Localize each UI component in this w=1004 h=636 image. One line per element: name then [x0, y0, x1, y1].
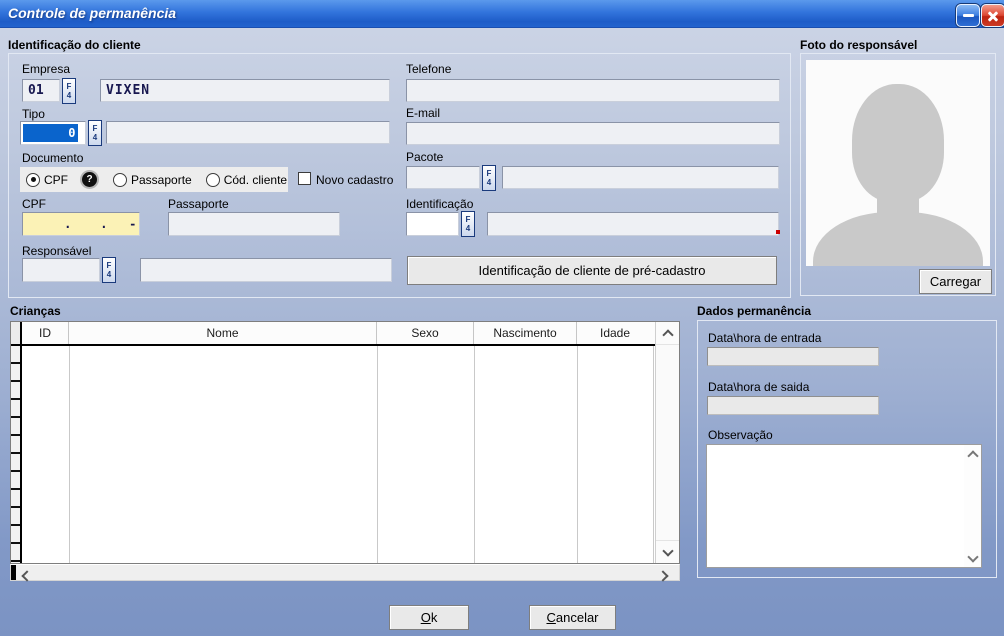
identificacao-code-field[interactable] — [406, 212, 459, 236]
passaporte-label: Passaporte — [168, 197, 229, 211]
chevron-down-icon — [967, 551, 978, 562]
tipo-label: Tipo — [22, 107, 45, 121]
radio-cod-cliente[interactable] — [206, 173, 220, 187]
documento-radio-panel: CPF ? Passaporte Cód. cliente — [20, 167, 288, 192]
pacote-label: Pacote — [406, 150, 443, 164]
precadastro-button[interactable]: Identificação de cliente de pré-cadastro — [407, 256, 777, 285]
chevron-left-icon — [21, 570, 32, 581]
grid-scroll-left-button[interactable] — [20, 567, 31, 585]
email-field[interactable] — [406, 122, 780, 145]
titlebar[interactable]: Controle de permanência — [0, 0, 1004, 28]
observacao-scroll-up-button[interactable] — [964, 445, 981, 463]
responsavel-f4-button[interactable]: F4 — [102, 257, 116, 283]
grid-col-nome[interactable]: Nome — [69, 322, 377, 344]
saida-field[interactable] — [707, 396, 879, 415]
pacote-f4-button[interactable]: F4 — [482, 165, 496, 191]
pacote-code-field[interactable] — [406, 166, 480, 189]
grid-vertical-scrollbar[interactable] — [655, 322, 679, 563]
grid-col-id[interactable]: ID — [22, 322, 69, 344]
observacao-label: Observação — [708, 428, 773, 442]
grid-scroll-right-button[interactable] — [659, 567, 670, 585]
grid-scroll-up-button[interactable] — [656, 322, 679, 345]
close-button[interactable] — [981, 4, 1004, 27]
saida-label: Data\hora de saida — [708, 380, 809, 394]
group-title-identificacao-cliente: Identificação do cliente — [8, 38, 141, 52]
cpf-label: CPF — [22, 197, 46, 211]
group-title-criancas: Crianças — [10, 304, 61, 318]
entrada-label: Data\hora de entrada — [708, 331, 821, 345]
radio-passaporte-label: Passaporte — [131, 173, 192, 187]
novo-cadastro-label: Novo cadastro — [316, 173, 393, 187]
close-icon — [987, 10, 999, 22]
dialog-controle-permanencia: Controle de permanência Identificação do… — [0, 0, 1004, 636]
empresa-code-field[interactable]: 01 — [22, 79, 60, 102]
radio-cpf[interactable] — [26, 173, 40, 187]
grid-col-idade[interactable]: Idade — [577, 322, 653, 344]
radio-cod-cliente-label: Cód. cliente — [224, 173, 287, 187]
responsavel-name-field[interactable] — [140, 258, 392, 282]
radio-cpf-label: CPF — [44, 173, 68, 187]
identificacao-name-field[interactable] — [487, 212, 779, 236]
minimize-button[interactable] — [956, 4, 980, 27]
grid-col-nascimento[interactable]: Nascimento — [474, 322, 577, 344]
telefone-field[interactable] — [406, 79, 780, 102]
chevron-up-icon — [967, 450, 978, 461]
question-icon[interactable]: ? — [82, 172, 97, 187]
grid-row-indicator-column — [11, 346, 22, 563]
radio-passaporte[interactable] — [113, 173, 127, 187]
identificacao-f4-button[interactable]: F4 — [461, 211, 475, 237]
minimize-icon — [963, 14, 974, 17]
photo-placeholder — [806, 60, 990, 266]
tipo-selection: 0 — [23, 124, 78, 142]
observacao-scrollbar[interactable] — [964, 445, 981, 567]
tipo-code-field[interactable]: 0 — [20, 121, 86, 145]
window-title: Controle de permanência — [8, 0, 176, 27]
grid-scroll-down-button[interactable] — [656, 540, 679, 563]
email-label: E-mail — [406, 106, 440, 120]
grid-scroll-marker — [11, 565, 16, 580]
grid-horizontal-scrollbar[interactable] — [10, 564, 680, 581]
chevron-right-icon — [657, 570, 668, 581]
cpf-field[interactable]: . . - — [22, 212, 140, 236]
ok-button[interactable]: Ok — [389, 605, 469, 630]
tipo-name-field[interactable] — [106, 121, 390, 144]
required-marker — [776, 230, 780, 234]
chevron-up-icon — [662, 329, 673, 340]
novo-cadastro-checkbox[interactable] — [298, 172, 311, 185]
observacao-scroll-down-button[interactable] — [964, 549, 981, 567]
chevron-down-icon — [662, 545, 673, 556]
passaporte-field[interactable] — [168, 212, 340, 236]
documento-label: Documento — [22, 151, 83, 165]
tipo-f4-button[interactable]: F4 — [88, 120, 102, 146]
empresa-label: Empresa — [22, 62, 70, 76]
grid-col-sexo[interactable]: Sexo — [377, 322, 474, 344]
group-title-dados-permanencia: Dados permanência — [697, 304, 811, 318]
responsavel-label: Responsável — [22, 244, 91, 258]
empresa-name-field[interactable]: VIXEN — [100, 79, 390, 102]
silhouette-icon — [852, 84, 944, 202]
identificacao-label: Identificação — [406, 197, 473, 211]
observacao-textarea[interactable] — [706, 444, 982, 568]
grid-header: ID Nome Sexo Nascimento Idade — [11, 322, 655, 346]
group-title-foto: Foto do responsável — [800, 38, 917, 52]
entrada-field[interactable] — [707, 347, 879, 366]
criancas-grid[interactable]: ID Nome Sexo Nascimento Idade — [10, 321, 680, 564]
telefone-label: Telefone — [406, 62, 451, 76]
carregar-button[interactable]: Carregar — [919, 269, 992, 294]
grid-indicator-header — [11, 322, 22, 344]
responsavel-code-field[interactable] — [22, 258, 100, 282]
cancelar-button[interactable]: Cancelar — [529, 605, 616, 630]
empresa-f4-button[interactable]: F4 — [62, 78, 76, 104]
pacote-name-field[interactable] — [502, 166, 779, 189]
